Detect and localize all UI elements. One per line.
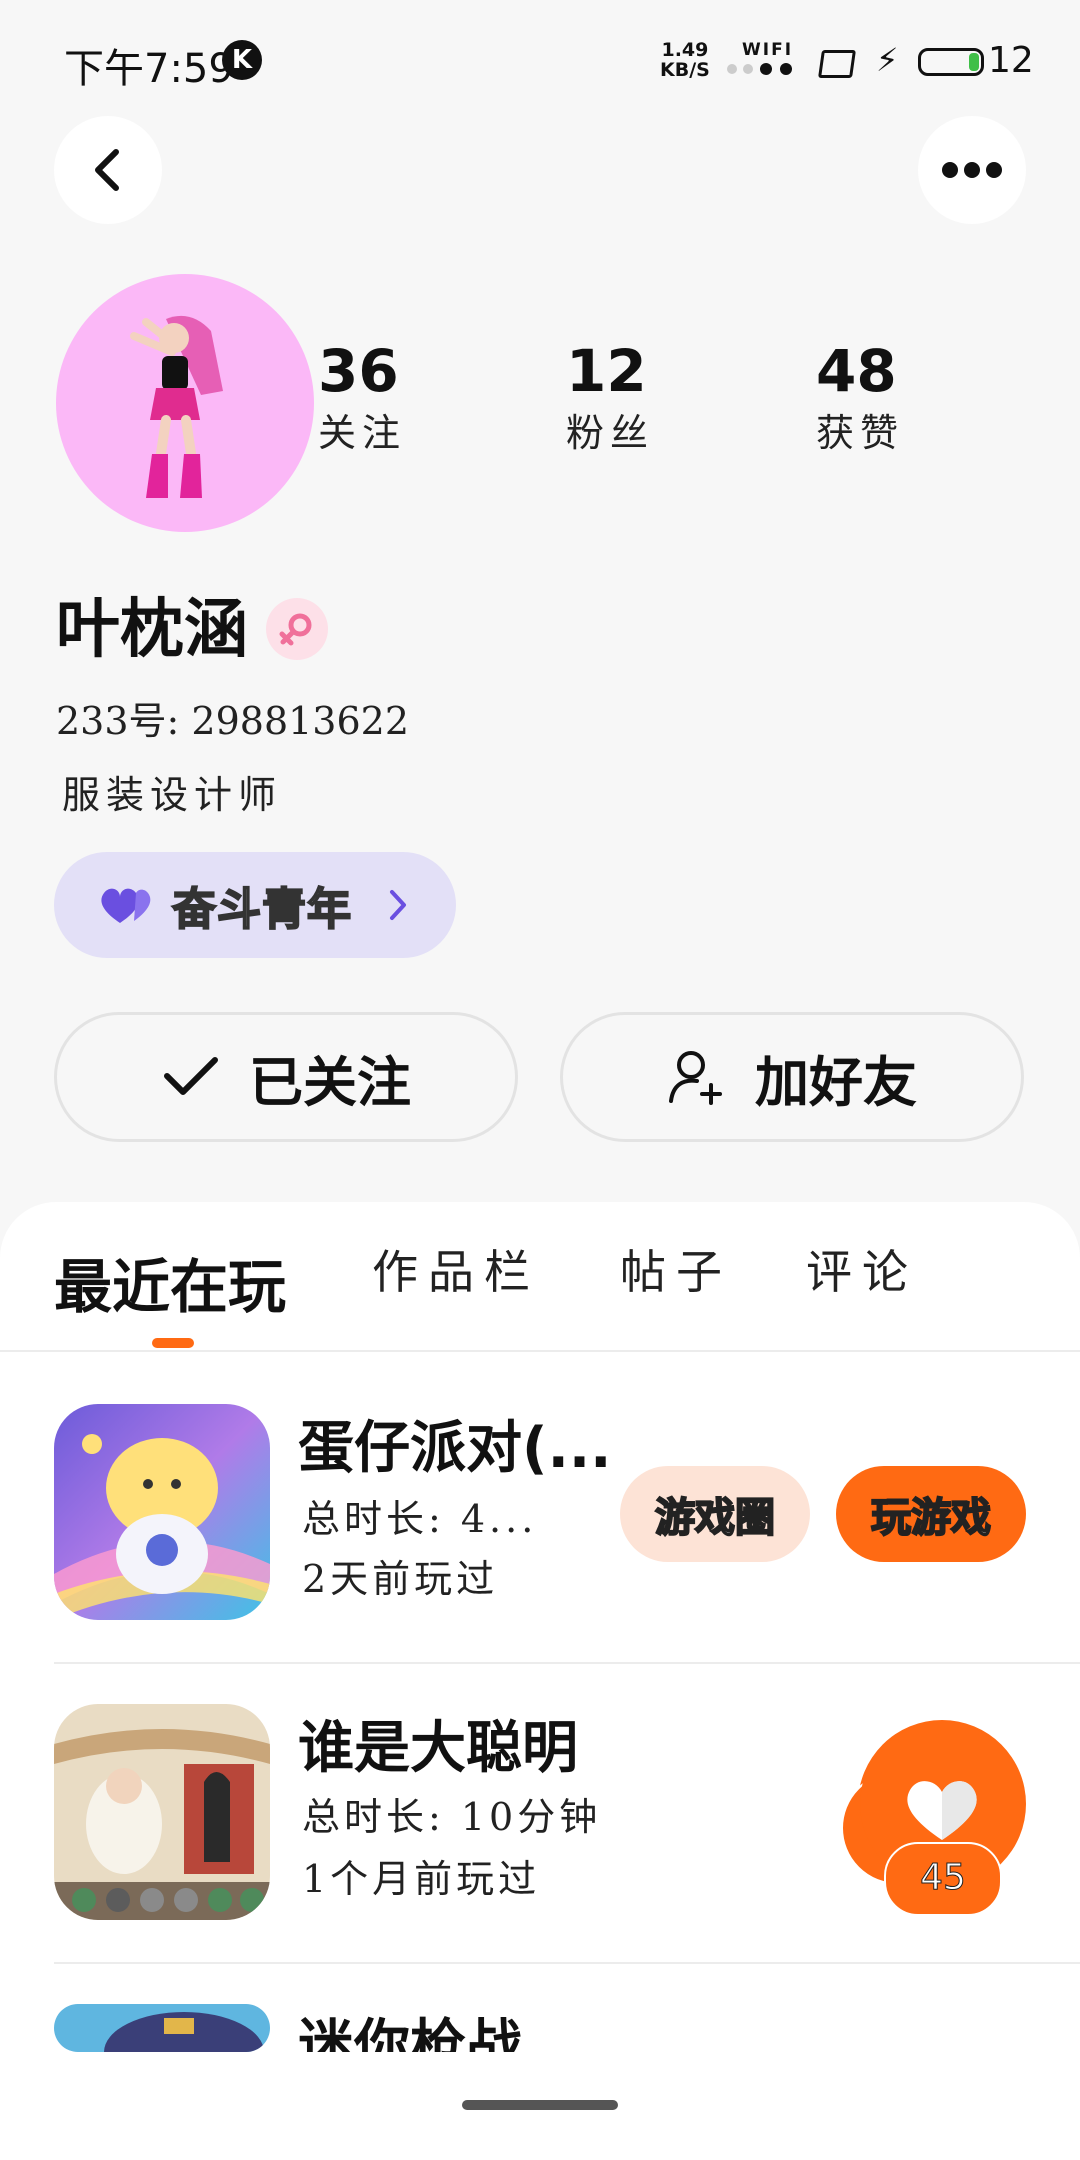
tab-posts[interactable]: 帖子 xyxy=(620,1236,732,1302)
charging-icon: ⚡ xyxy=(876,41,899,79)
stat-followers-count: 12 xyxy=(566,337,647,405)
play-game-button-label: 玩游戏 xyxy=(870,1494,992,1542)
title-chip[interactable]: 奋斗青年 xyxy=(54,852,456,958)
game-play-duration: 总时长: 4... xyxy=(302,1497,538,1541)
status-time: 下午7:59 xyxy=(64,46,234,92)
game-icon-mini-gunfight[interactable] xyxy=(54,2004,270,2052)
row-divider xyxy=(54,1662,1080,1664)
battery-fill xyxy=(969,53,979,71)
wifi-label: WIFI xyxy=(742,40,794,60)
game-title[interactable]: 蛋仔派对(... xyxy=(298,1414,611,1484)
network-speed: 1.49 KB/S xyxy=(660,40,710,80)
female-icon xyxy=(279,613,312,646)
tab-recently-played[interactable]: 最近在玩 xyxy=(54,1240,286,1324)
tab-comments[interactable]: 评论 xyxy=(806,1236,918,1302)
stat-followers-label: 粉丝 xyxy=(566,411,655,455)
who-is-smartest-icon xyxy=(54,1704,270,1920)
followed-button-label: 已关注 xyxy=(249,1050,411,1114)
sim-icon xyxy=(818,50,856,78)
status-bar: 下午7:59 K 1.49 KB/S WIFI ⚡ 12 xyxy=(0,0,1080,110)
gender-badge xyxy=(266,598,328,660)
stat-following[interactable]: 36 关注 xyxy=(318,336,518,460)
battery-level: 12 xyxy=(988,40,1034,81)
check-icon xyxy=(164,1057,218,1095)
stat-following-count: 36 xyxy=(318,337,399,405)
add-friend-button-label: 加好友 xyxy=(755,1050,917,1114)
row-divider xyxy=(54,1962,1080,1964)
battery-icon xyxy=(918,48,984,76)
stat-followers[interactable]: 12 粉丝 xyxy=(566,336,766,460)
play-game-button[interactable]: 玩游戏 xyxy=(836,1466,1026,1562)
back-button[interactable] xyxy=(54,116,162,224)
tab-works[interactable]: 作品栏 xyxy=(372,1236,540,1302)
more-button[interactable] xyxy=(918,116,1026,224)
title-chip-label: 奋斗青年 xyxy=(171,883,352,936)
chevron-left-icon xyxy=(95,149,119,191)
followed-button[interactable]: 已关注 xyxy=(54,1012,518,1142)
stat-likes-count: 48 xyxy=(816,337,897,405)
game-circle-button-label: 游戏圈 xyxy=(654,1494,776,1542)
username: 叶枕涵 xyxy=(56,593,248,667)
user-bio: 服装设计师 xyxy=(62,773,283,817)
eggy-party-icon xyxy=(54,1404,270,1620)
game-circle-button[interactable]: 游戏圈 xyxy=(620,1466,810,1562)
wifi-signal-icon xyxy=(727,63,792,75)
game-play-duration: 总时长: 10分钟 xyxy=(302,1795,602,1839)
game-last-played: 1个月前玩过 xyxy=(302,1857,541,1901)
game-title[interactable]: 谁是大聪明 xyxy=(298,1714,578,1784)
game-icon-who-is-smartest[interactable] xyxy=(54,1704,270,1920)
tab-divider xyxy=(0,1350,1080,1352)
network-speed-value: 1.49 xyxy=(661,39,709,61)
user-id: 233号: 298813622 xyxy=(56,699,410,743)
avatar-dancer-illustration xyxy=(130,315,223,498)
add-user-icon xyxy=(669,1051,722,1105)
mini-gunfight-icon xyxy=(54,2004,270,2052)
game-last-played: 2天前玩过 xyxy=(302,1557,499,1601)
game-icon-eggy-party[interactable] xyxy=(54,1404,270,1620)
active-tab-indicator xyxy=(152,1338,194,1348)
game-title[interactable]: 迷你枪战 xyxy=(298,2012,522,2052)
add-friend-button[interactable]: 加好友 xyxy=(560,1012,1024,1142)
stat-likes-label: 获赞 xyxy=(816,411,905,455)
network-speed-unit: KB/S xyxy=(660,59,710,81)
heart-icon xyxy=(101,888,151,923)
avatar[interactable] xyxy=(56,274,314,532)
like-count: 45 xyxy=(884,1842,1002,1916)
stat-following-label: 关注 xyxy=(318,411,407,455)
chevron-right-icon xyxy=(390,890,406,920)
more-dots-icon xyxy=(942,162,1002,178)
home-indicator[interactable] xyxy=(462,2100,618,2110)
stat-likes[interactable]: 48 获赞 xyxy=(816,336,1016,460)
k-app-icon: K xyxy=(222,40,262,80)
